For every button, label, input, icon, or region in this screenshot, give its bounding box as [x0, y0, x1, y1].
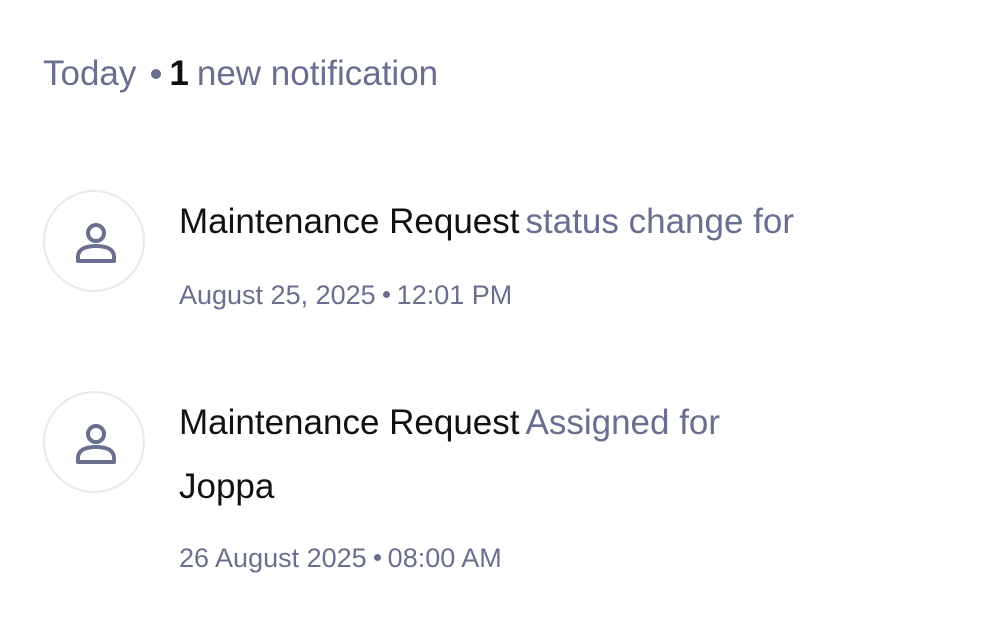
separator-dot — [373, 554, 381, 562]
user-icon — [76, 424, 116, 464]
new-notification-label: new notification — [196, 54, 439, 93]
day-label: Today — [43, 54, 137, 93]
notification-date: 26 August 2025 — [179, 543, 367, 573]
notification-time: 08:00 AM — [387, 543, 502, 573]
notifications-header: Today 1 new notification — [43, 52, 438, 96]
notification-time: 12:01 PM — [396, 280, 513, 310]
notification-action: Assigned for — [525, 403, 721, 442]
notification-date: August 25, 2025 — [179, 280, 376, 310]
notification-action: status change for — [525, 202, 795, 241]
notification-subject: Maintenance Request — [179, 202, 520, 241]
notification-title: Maintenance Request status change for — [179, 200, 939, 244]
new-notification-count: 1 — [169, 54, 189, 93]
notification-title: Maintenance Request Assigned for — [179, 401, 939, 445]
avatar — [43, 190, 145, 292]
notification-subject: Maintenance Request — [179, 403, 520, 442]
separator-dot — [151, 68, 162, 79]
notification-text: Maintenance Request Assigned for Joppa 26… — [179, 401, 939, 575]
notification-timestamp: 26 August 2025 08:00 AM — [179, 541, 939, 575]
user-icon — [76, 223, 116, 263]
notification-text: Maintenance Request status change for Aug… — [179, 200, 939, 312]
notification-timestamp: August 25, 2025 12:01 PM — [179, 278, 939, 312]
notification-target: Joppa — [179, 467, 275, 506]
separator-dot — [382, 291, 390, 299]
avatar — [43, 391, 145, 493]
